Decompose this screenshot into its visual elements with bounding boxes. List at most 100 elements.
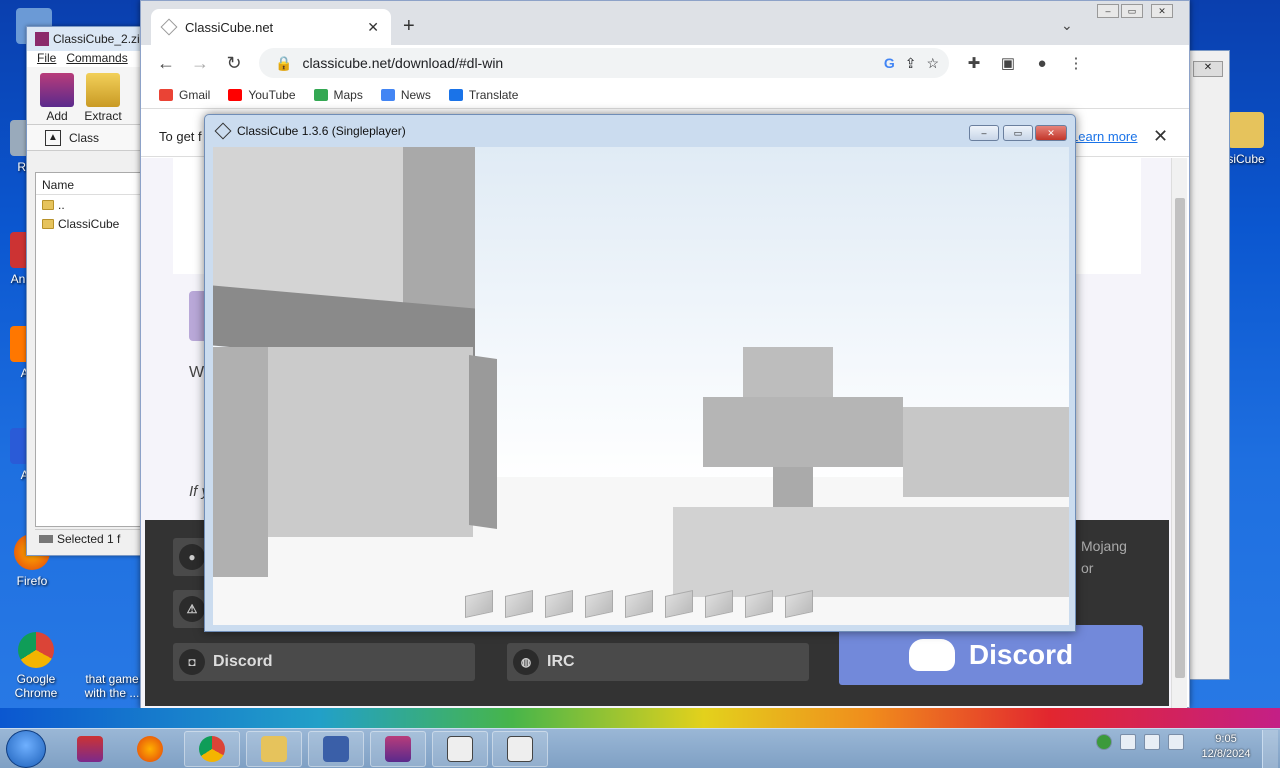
discord-banner[interactable]: Discord [839,625,1143,685]
start-button[interactable] [6,730,46,768]
block-face [213,147,403,302]
toolbar: ← → ↻ 🔒 classicube.net/download/#dl-win … [141,45,1189,81]
drive-icon [39,534,53,543]
taskbar-classicube[interactable] [432,731,488,767]
close-window-button[interactable]: ✕ [1151,4,1173,18]
app-icon [323,736,349,762]
taskbar-winrar-window[interactable] [370,731,426,767]
hotbar-slot[interactable] [665,590,693,618]
desktop-wallpaper-strip [0,708,1280,728]
list-item-label: .. [58,197,65,212]
block-face [703,397,903,467]
clock-time: 9:05 [1215,733,1237,745]
clock[interactable]: 9:05 12/8/2024 [1196,732,1256,762]
list-item[interactable]: .. [36,195,148,214]
bookmark-maps[interactable]: Maps [313,87,363,102]
bookmark-translate[interactable]: Translate [448,88,518,102]
extensions-puzzle-icon[interactable]: ✚ [965,54,983,72]
list-item[interactable]: ClassiCube [36,214,148,233]
folder-icon [1228,112,1264,148]
up-folder-icon[interactable]: ▲ [45,129,61,146]
google-icon[interactable]: G [884,55,895,71]
hotbar-slot[interactable] [745,590,773,618]
translate-icon [448,88,463,101]
profile-avatar-icon[interactable]: ● [1033,55,1051,72]
flag-icon[interactable] [1120,734,1136,750]
maximize-button[interactable]: ▭ [1121,4,1143,18]
clock-date: 12/8/2024 [1201,748,1251,760]
game-viewport[interactable] [213,147,1069,625]
taskbar-classicube-2[interactable] [492,731,548,767]
bookmark-label: Gmail [179,87,211,102]
vertical-scrollbar[interactable] [1171,158,1187,708]
close-button[interactable]: ✕ [1193,61,1223,77]
reload-icon[interactable]: ↻ [225,53,243,74]
hotbar-slot[interactable] [585,590,613,618]
window-title: ClassiCube 1.3.6 (Singleplayer) [237,124,406,138]
firefox-icon [137,736,163,762]
winrar-icon [35,32,49,46]
irc-button[interactable]: ◍ IRC [507,643,809,681]
close-window-button[interactable]: ✕ [1035,125,1067,141]
address-value[interactable]: Class [69,131,99,145]
bookmark-gmail[interactable]: Gmail [159,88,210,102]
tab-search-chevron-icon[interactable]: ⌄ [1061,17,1073,34]
bookmark-star-icon[interactable]: ☆ [926,55,939,72]
bookmark-label: Maps [333,87,363,102]
list-item-label: ClassiCube [58,216,120,231]
new-tab-button[interactable]: + [403,15,415,38]
tab-title: ClassiCube.net [185,19,274,35]
share-icon[interactable]: ⇪ [905,55,917,72]
extract-button[interactable]: Extract [83,73,123,123]
menu-file[interactable]: File [37,51,56,67]
taskbar-chrome[interactable] [184,731,240,767]
bookmark-youtube[interactable]: YouTube [228,88,296,102]
monitor-icon[interactable] [1144,734,1160,750]
hotbar-slot[interactable] [625,590,653,618]
winrar-window: ClassiCube_2.zip File Commands Add Extra… [26,26,156,556]
discord-icon: ◘ [179,649,205,675]
back-arrow-icon[interactable]: ← [157,53,175,74]
block-face [903,407,1069,497]
more-menu-icon[interactable]: ⋮ [1067,54,1085,72]
tab-active[interactable]: ClassiCube.net ✕ [151,9,391,45]
hotbar-slot[interactable] [465,590,493,618]
youtube-icon [228,88,243,101]
taskbar-app[interactable] [308,731,364,767]
taskbar-explorer[interactable] [246,731,302,767]
irc-button-label: IRC [547,653,575,670]
hotbar-slot[interactable] [545,590,573,618]
desktop-icon-game[interactable]: that game with the ... [80,632,144,700]
folder-icon [42,199,54,210]
tab-close-icon[interactable]: ✕ [367,19,379,36]
close-icon[interactable]: ✕ [1153,126,1168,147]
learn-more-link[interactable]: Learn more [1071,129,1137,144]
volume-icon[interactable] [1168,734,1184,750]
forward-arrow-icon[interactable]: → [191,53,209,74]
maximize-button[interactable]: ▭ [1003,125,1033,141]
add-button[interactable]: Add [37,73,77,123]
desktop-icon-google-chrome[interactable]: Google Chrome [8,632,64,700]
taskbar-winrar[interactable] [62,731,118,767]
taskbar-firefox[interactable] [122,731,178,767]
block-face [469,355,497,529]
discord-button[interactable]: ◘ Discord [173,643,475,681]
address-bar[interactable]: 🔒 classicube.net/download/#dl-win G ⇪ ☆ [259,48,949,78]
chrome-icon [18,632,54,668]
hotbar-slot[interactable] [505,590,533,618]
bookmark-news[interactable]: News [380,87,431,102]
hotbar-slot[interactable] [785,590,813,618]
column-header-name[interactable]: Name [36,173,148,195]
desktop-icon-label: siCube [1227,152,1265,166]
menu-commands[interactable]: Commands [66,51,127,67]
minimize-button[interactable]: – [969,125,999,141]
side-panel-icon[interactable]: ▣ [999,54,1017,72]
network-globe-icon[interactable] [1096,734,1112,750]
url-text: classicube.net/download/#dl-win [302,55,504,71]
warning-icon: ⚠ [179,596,205,622]
show-desktop-button[interactable] [1262,730,1278,768]
scrollbar-thumb[interactable] [1175,198,1185,678]
bookmark-label: News [400,87,431,102]
hotbar-slot[interactable] [705,590,733,618]
minimize-button[interactable]: – [1097,4,1119,18]
